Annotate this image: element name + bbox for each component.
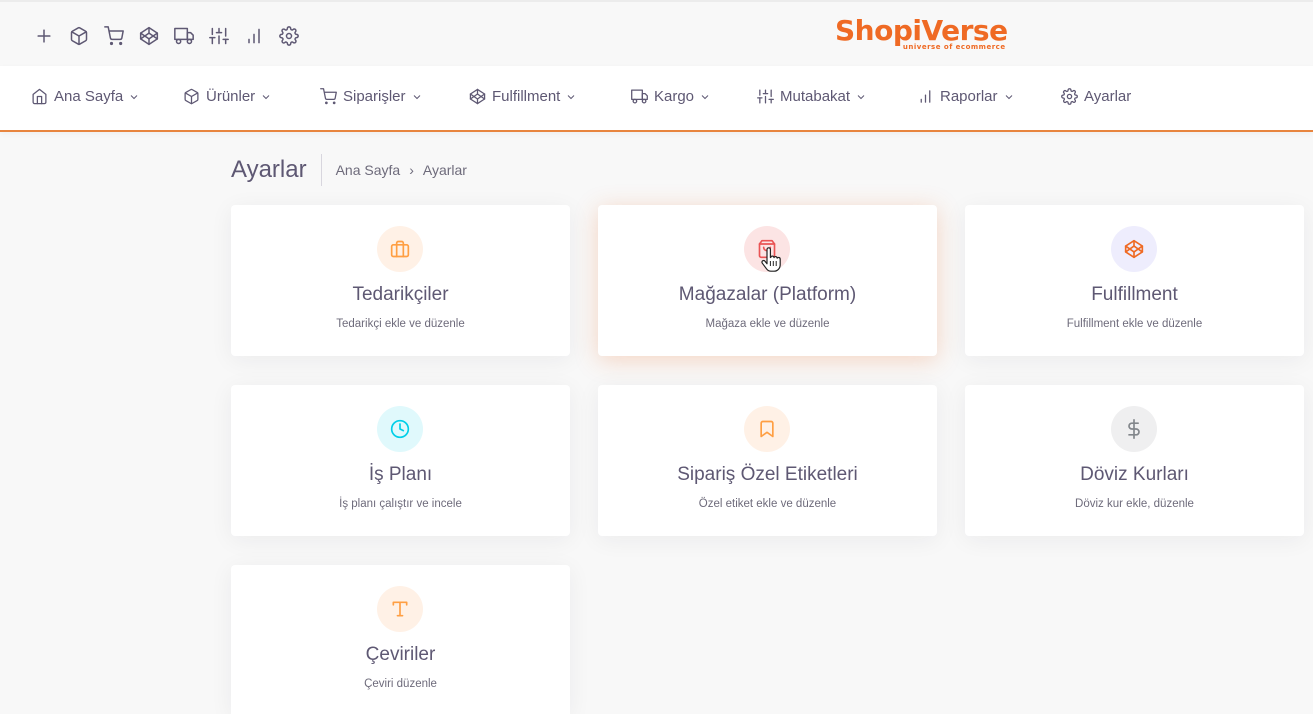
card-title: Fulfillment xyxy=(1091,284,1178,305)
chevron-down-icon xyxy=(857,94,865,99)
nav-label: Fulfillment xyxy=(492,88,561,105)
chevron-down-icon xyxy=(568,94,575,99)
nav-label: Raporlar xyxy=(940,88,998,105)
box-icon[interactable] xyxy=(68,25,90,47)
breadcrumb-separator-icon: › xyxy=(409,162,414,178)
card-is-plani[interactable]: İş Planı İş planı çalıştır ve incele xyxy=(231,385,570,536)
card-title: Sipariş Özel Etiketleri xyxy=(677,464,858,485)
nav-label: Ana Sayfa xyxy=(54,88,124,105)
cart-icon xyxy=(320,88,337,105)
hand-pointer-cursor-icon xyxy=(761,247,781,272)
bar-chart-icon[interactable] xyxy=(243,25,265,47)
top-bar: ShopiVerse universe of ecommerce xyxy=(0,0,1313,66)
box-icon xyxy=(184,88,199,105)
card-doviz-kurlari[interactable]: Döviz Kurları Döviz kur ekle, düzenle xyxy=(965,385,1304,536)
card-title: İş Planı xyxy=(368,464,433,485)
codepen-icon xyxy=(1111,226,1157,272)
type-icon xyxy=(377,586,423,632)
nav-label: Ayarlar xyxy=(1084,88,1132,105)
card-subtitle: Özel etiket ekle ve düzenle xyxy=(698,498,837,510)
card-subtitle: Döviz kur ekle, düzenle xyxy=(1075,498,1194,510)
card-tedarikciler[interactable]: Tedarikçiler Tedarikçi ekle ve düzenle xyxy=(231,205,570,356)
briefcase-icon xyxy=(377,226,423,272)
breadcrumb-current: Ayarlar xyxy=(422,162,467,178)
card-subtitle: İş planı çalıştır ve incele xyxy=(339,498,462,510)
nav-item-ayarlar[interactable]: Ayarlar xyxy=(1061,88,1131,105)
nav-item-mutabakat[interactable]: Mutabakat xyxy=(757,88,867,105)
chevron-down-icon xyxy=(1005,94,1012,99)
nav-item-fulfillment[interactable]: Fulfillment xyxy=(469,88,577,105)
card-title: Tedarikçiler xyxy=(352,284,449,305)
breadcrumb-home-link[interactable]: Ana Sayfa xyxy=(336,162,401,178)
card-title: Döviz Kurları xyxy=(1080,464,1189,485)
sliders-icon[interactable] xyxy=(208,25,230,47)
quick-actions xyxy=(33,25,313,47)
home-icon xyxy=(32,88,47,105)
page-header: Ayarlar Ana Sayfa › Ayarlar xyxy=(231,154,467,186)
card-fulfillment[interactable]: Fulfillment Fulfillment ekle ve düzenle xyxy=(965,205,1304,356)
page-title: Ayarlar xyxy=(231,154,322,186)
chevron-down-icon xyxy=(413,94,420,99)
truck-icon[interactable] xyxy=(173,25,195,47)
nav-label: Mutabakat xyxy=(780,88,851,105)
card-title: Çeviriler xyxy=(365,644,436,665)
nav-item-kargo[interactable]: Kargo xyxy=(631,88,711,105)
gear-icon[interactable] xyxy=(278,25,300,47)
card-subtitle: Tedarikçi ekle ve düzenle xyxy=(336,318,465,330)
nav-item-ana-sayfa[interactable]: Ana Sayfa xyxy=(31,88,140,105)
breadcrumb: Ana Sayfa › Ayarlar xyxy=(322,162,467,178)
sliders-icon xyxy=(757,89,774,104)
chevron-down-icon xyxy=(130,94,138,99)
bar-chart-icon xyxy=(920,90,931,103)
nav-label: Ürünler xyxy=(206,88,256,105)
card-title: Mağazalar (Platform) xyxy=(678,284,857,305)
plus-icon[interactable] xyxy=(33,25,55,47)
nav-item-raporlar[interactable]: Raporlar xyxy=(917,88,1015,105)
truck-icon xyxy=(631,89,648,104)
nav-label: Kargo xyxy=(654,88,695,105)
chevron-down-icon xyxy=(701,94,709,99)
cart-icon[interactable] xyxy=(103,25,125,47)
chevron-down-icon xyxy=(262,94,270,99)
bookmark-icon xyxy=(744,406,790,452)
clock-icon xyxy=(377,406,423,452)
card-magazalar[interactable]: Mağazalar (Platform) Mağaza ekle ve düze… xyxy=(598,205,937,356)
codepen-icon xyxy=(469,88,486,105)
card-subtitle: Çeviri düzenle xyxy=(364,678,437,690)
main-navigation: Ana Sayfa Ürünler Siparişler Fulfillment… xyxy=(0,66,1313,132)
dollar-sign-icon xyxy=(1111,406,1157,452)
nav-item-urunler[interactable]: Ürünler xyxy=(183,88,272,105)
brand-logo[interactable]: ShopiVerse universe of ecommerce xyxy=(835,15,1008,52)
card-ceviriler[interactable]: Çeviriler Çeviri düzenle xyxy=(231,565,570,714)
card-subtitle: Mağaza ekle ve düzenle xyxy=(705,318,830,330)
card-subtitle: Fulfillment ekle ve düzenle xyxy=(1066,318,1203,330)
codepen-icon[interactable] xyxy=(138,25,160,47)
gear-icon xyxy=(1061,88,1078,105)
nav-label: Siparişler xyxy=(343,88,406,105)
nav-item-siparisler[interactable]: Siparişler xyxy=(320,88,423,105)
card-siparis-ozel-etiketleri[interactable]: Sipariş Özel Etiketleri Özel etiket ekle… xyxy=(598,385,937,536)
